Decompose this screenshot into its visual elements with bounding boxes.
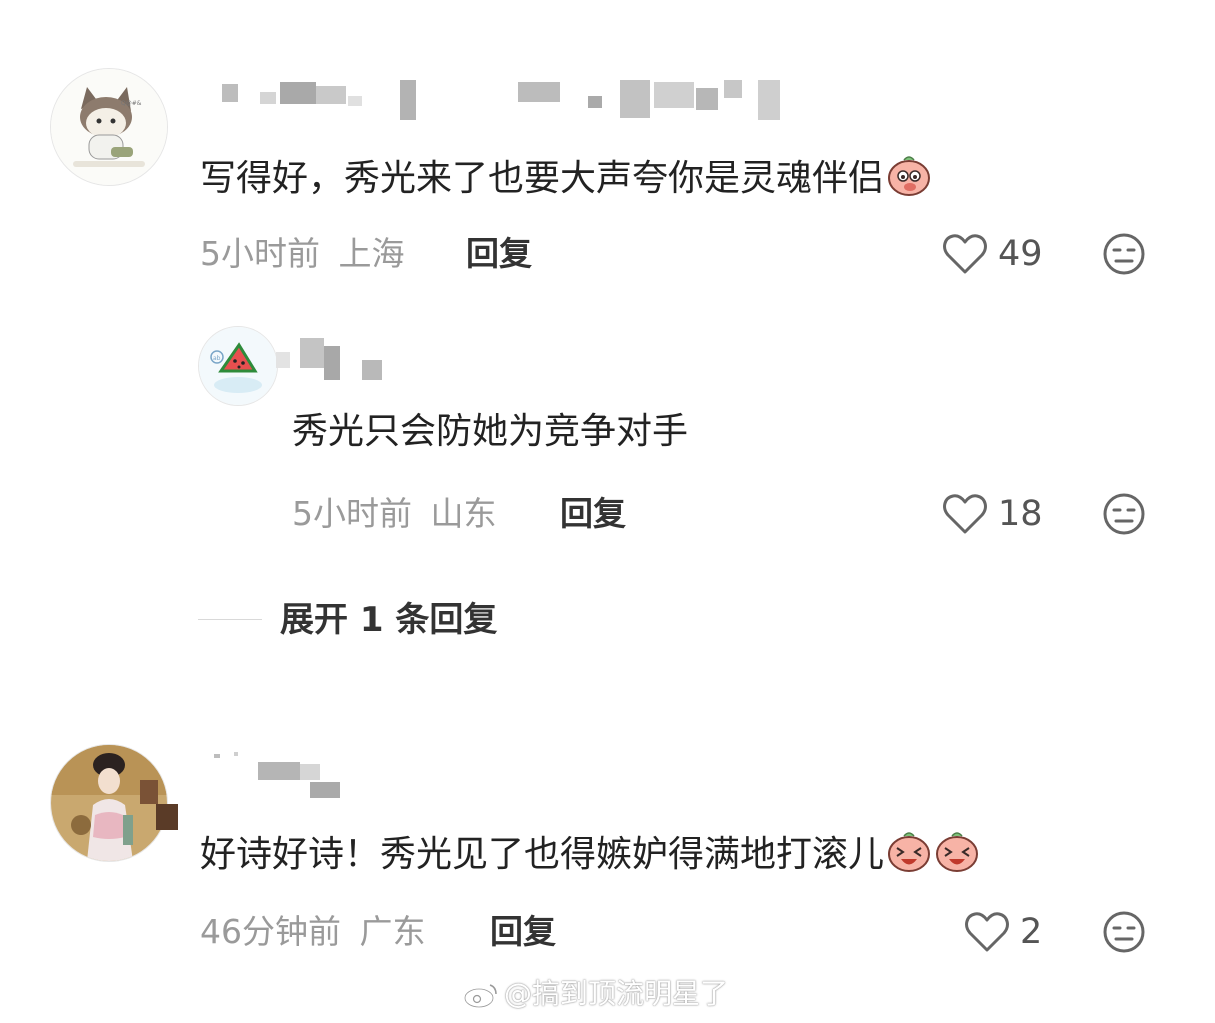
reply-time: 5小时前 bbox=[292, 494, 412, 533]
like-count: 18 bbox=[998, 494, 1043, 534]
avatar[interactable]: ab bbox=[198, 326, 278, 406]
laughing-peach-emoji-icon bbox=[934, 828, 980, 874]
svg-text:ab: ab bbox=[213, 355, 221, 362]
reply-meta: 5小时前 山东 bbox=[292, 494, 497, 534]
comment-location: 上海 bbox=[338, 234, 405, 273]
heart-outline-icon bbox=[965, 912, 1009, 952]
heart-outline-icon bbox=[943, 234, 987, 274]
meh-face-icon[interactable] bbox=[1102, 492, 1146, 536]
comment-text: 写得好，秀光来了也要大声夸你是灵魂伴侣 bbox=[200, 152, 932, 201]
like-button[interactable]: 49 bbox=[942, 232, 1043, 276]
like-button[interactable]: 2 bbox=[964, 910, 1042, 954]
reply-button[interactable]: 回复 bbox=[466, 234, 532, 274]
watermark-text: @搞到顶流明星了 bbox=[504, 977, 729, 1010]
svg-text:Q@#&: Q@#& bbox=[121, 100, 142, 107]
avatar[interactable]: Q@#& bbox=[50, 68, 168, 186]
comment-text: 好诗好诗！秀光见了也得嫉妒得满地打滚儿 bbox=[200, 828, 980, 877]
reply-location: 山东 bbox=[430, 494, 497, 533]
reply-button[interactable]: 回复 bbox=[490, 912, 556, 952]
laughing-peach-emoji-icon bbox=[886, 828, 932, 874]
reply-button[interactable]: 回复 bbox=[560, 494, 626, 534]
expand-divider bbox=[198, 619, 262, 620]
smirk-peach-emoji-icon bbox=[886, 152, 932, 198]
like-count: 2 bbox=[1020, 912, 1043, 952]
username-mosaic[interactable] bbox=[218, 78, 788, 122]
expand-replies-button[interactable]: 展开 1 条回复 bbox=[280, 600, 497, 640]
meh-face-icon[interactable] bbox=[1102, 232, 1146, 276]
heart-outline-icon bbox=[943, 494, 987, 534]
meh-face-icon[interactable] bbox=[1102, 910, 1146, 954]
comment-meta: 46分钟前 广东 bbox=[200, 912, 426, 952]
comment-location: 广东 bbox=[359, 912, 426, 951]
cat-cartoon-avatar-icon: Q@#& bbox=[51, 69, 167, 185]
comment-time: 5小时前 bbox=[200, 234, 320, 273]
comment-time: 46分钟前 bbox=[200, 912, 341, 951]
watermelon-avatar-icon: ab bbox=[199, 327, 277, 405]
like-button[interactable]: 18 bbox=[942, 492, 1043, 536]
like-count: 49 bbox=[998, 234, 1043, 274]
watermark: @搞到顶流明星了 bbox=[462, 976, 728, 1012]
reply-text: 秀光只会防她为竞争对手 bbox=[292, 411, 689, 452]
comment-meta: 5小时前 上海 bbox=[200, 234, 405, 274]
weibo-logo-icon bbox=[462, 979, 500, 1009]
username-mosaic[interactable] bbox=[276, 338, 390, 384]
